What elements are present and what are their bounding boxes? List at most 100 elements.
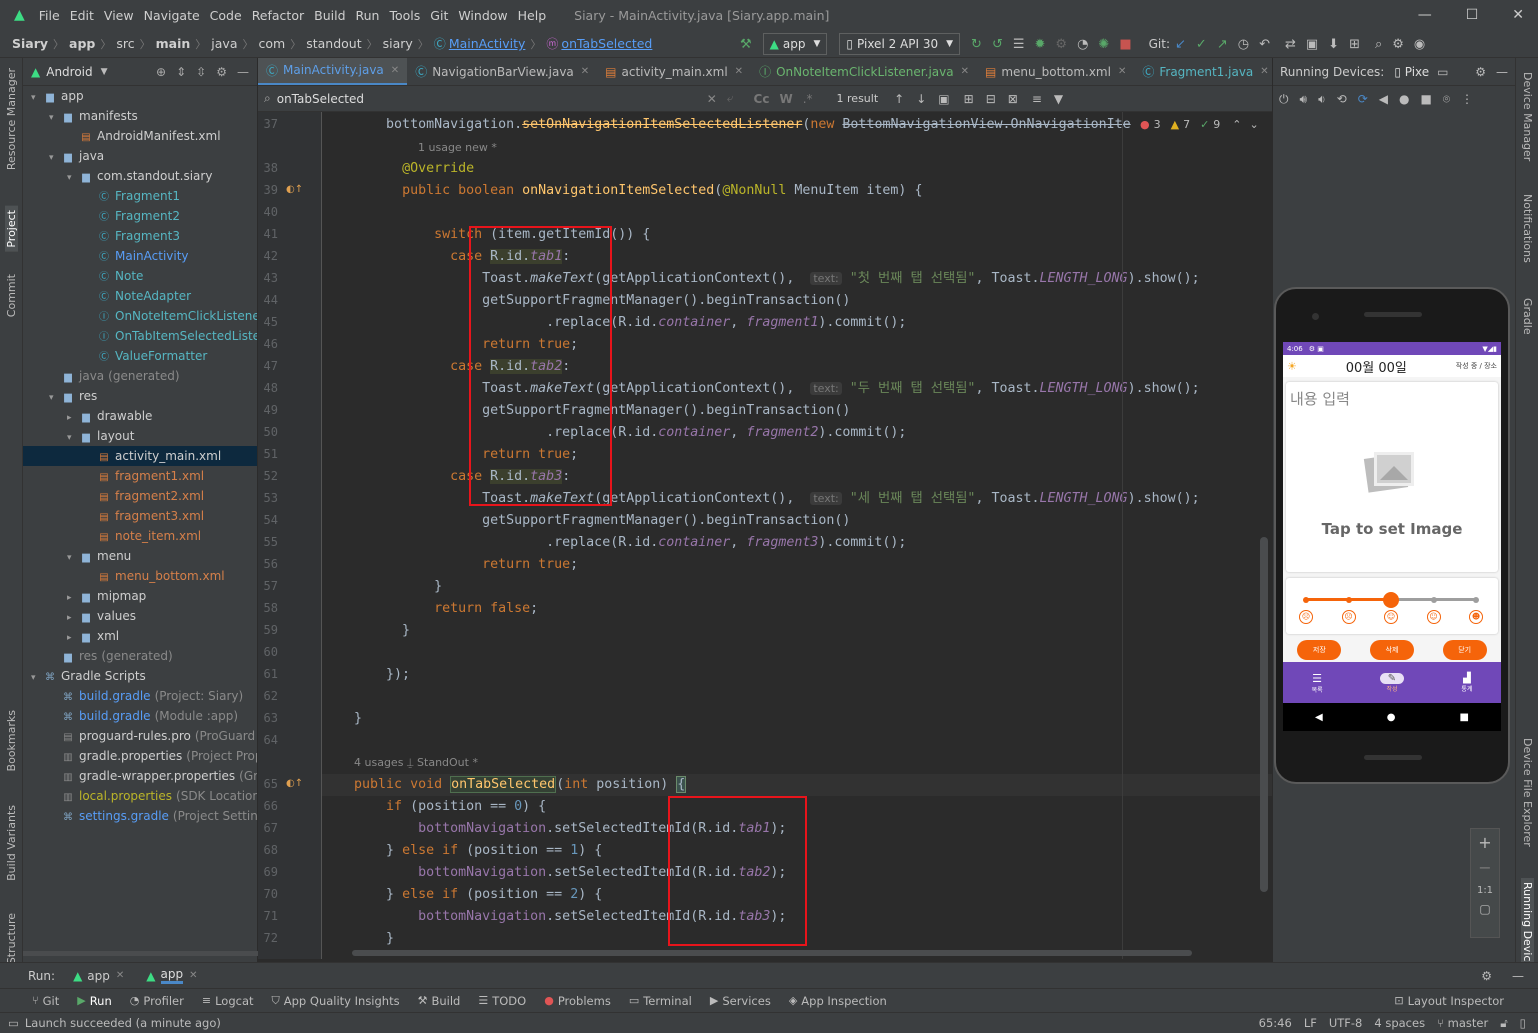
chevron-down-icon[interactable]: ▾ [31,88,43,106]
close-icon[interactable]: ✕ [961,66,969,77]
filter-icon[interactable]: ▼ [1054,92,1063,106]
search-input[interactable]: onTabSelected [277,92,707,106]
layout-inspector-tool-button[interactable]: ⊡ Layout Inspector [1394,994,1504,1008]
device-manager-tab[interactable]: Device Manager [1521,72,1534,161]
device-file-explorer-tab[interactable]: Device File Explorer [1521,738,1534,847]
chevron-up-icon[interactable]: ⌃ [1232,118,1241,131]
chevron-right-icon[interactable]: ▸ [67,628,79,646]
tree-item[interactable]: ▾ ▆ res [23,386,257,406]
line-number[interactable]: 67 [258,821,278,835]
zoom-in-icon[interactable]: + [1471,833,1499,852]
chevron-right-icon[interactable]: ▸ [67,608,79,626]
chevron-down-icon[interactable]: ▾ [67,168,79,186]
tree-item[interactable]: Ⓒ Fragment1 [23,186,257,206]
date-label[interactable]: 00월 00일 [1346,357,1407,376]
tab-mainactivity[interactable]: Ⓒ MainActivity.java ✕ [258,58,408,85]
select-all-occurrences-icon[interactable]: ▣ [938,92,949,106]
line-number[interactable]: 66 [258,799,278,813]
mood-slider-step[interactable] [1430,596,1437,603]
line-number[interactable]: 46 [258,337,278,351]
mood-face-icon[interactable]: ☺ [1426,610,1441,624]
chevron-down-icon[interactable]: ▾ [67,548,79,566]
nav-list[interactable]: ☰ 목록 [1312,672,1323,694]
file-encoding[interactable]: UTF-8 [1329,1016,1363,1030]
line-number[interactable]: 56 [258,557,278,571]
breadcrumb-siary[interactable]: siary [383,36,413,51]
tree-item[interactable]: ▥ gradle-wrapper.properties(Gradl [23,766,257,786]
tree-item[interactable]: Ⓒ Fragment2 [23,206,257,226]
breadcrumb-project[interactable]: Siary [12,36,48,51]
nav-write[interactable]: ✎ 작성 [1379,672,1405,693]
previous-occurrence-icon[interactable]: ↑ [894,92,904,106]
line-number[interactable]: 58 [258,601,278,615]
run-tab-2[interactable]: app [160,967,184,984]
line-separator[interactable]: LF [1304,1016,1317,1030]
close-icon[interactable]: ✕ [189,970,197,981]
filter-options-icon[interactable]: ≡ [1032,92,1042,106]
hide-icon[interactable]: — [1496,65,1508,79]
tree-item[interactable]: ▸ ▆ mipmap [23,586,257,606]
history-icon[interactable]: ◷ [1238,37,1249,52]
close-icon[interactable]: ✕ [116,970,124,981]
line-number[interactable]: 50 [258,425,278,439]
line-number[interactable]: 42 [258,249,278,263]
line-number[interactable]: 40 [258,205,278,219]
chevron-down-icon[interactable]: ▾ [67,428,79,446]
close-icon[interactable]: ✕ [735,66,743,77]
line-number[interactable]: 60 [258,645,278,659]
line-number[interactable]: 51 [258,447,278,461]
stop-icon[interactable]: ■ [1119,37,1131,52]
target-icon[interactable]: ⊕ [156,65,166,79]
breadcrumb-standout[interactable]: standout [306,36,361,51]
terminal-tool-button[interactable]: ▭ Terminal [629,994,692,1008]
chevron-down-icon[interactable]: ▾ [31,668,43,686]
tree-item[interactable]: ▤ fragment1.xml [23,466,257,486]
services-tool-button[interactable]: ▶ Services [710,994,771,1008]
rollback-icon[interactable]: ↶ [1259,37,1270,52]
indent-setting[interactable]: 4 spaces [1374,1016,1425,1030]
git-commit-icon[interactable]: ✓ [1196,37,1207,52]
maximize-icon[interactable]: ☐ [1466,7,1479,23]
tree-item[interactable]: ⌘ settings.gradle(Project Settings) [23,806,257,826]
tab-onnoteitemclicklistener[interactable]: Ⓘ OnNoteItemClickListener.java ✕ [751,58,977,85]
tree-item[interactable]: ▤ activity_main.xml [23,446,257,466]
apply-code-changes-icon[interactable]: ↺ [992,37,1003,52]
line-number[interactable]: 70 [258,887,278,901]
close-icon[interactable]: ✕ [1118,66,1126,77]
structure-tab[interactable]: Structure [5,913,18,964]
tree-item[interactable]: Ⓒ MainActivity [23,246,257,266]
tab-fragment1[interactable]: Ⓒ Fragment1.java ✕ [1134,58,1272,85]
tree-item[interactable]: Ⓘ OnTabItemSelectedListene [23,326,257,346]
gradle-tab[interactable]: Gradle [1521,298,1534,335]
tree-item[interactable]: ▤ note_item.xml [23,526,257,546]
override-marker-icon[interactable]: ◐↑ [286,778,303,789]
device-manager-icon[interactable]: ▣ [1306,37,1318,52]
breadcrumb-method[interactable]: onTabSelected [561,36,652,51]
mood-slider-step[interactable] [1303,596,1309,603]
tree-item[interactable]: ▾ ▆ menu [23,546,257,566]
status-message[interactable]: Launch succeeded (a minute ago) [25,1016,221,1030]
menu-navigate[interactable]: Navigate [144,8,200,23]
menu-edit[interactable]: Edit [70,8,94,23]
line-number[interactable]: 61 [258,667,278,681]
android-back-icon[interactable]: ◀ [1315,712,1323,723]
tree-item[interactable]: ▤ fragment2.xml [23,486,257,506]
zoom-fit-icon[interactable]: ▢ [1471,902,1499,916]
sdk-manager-icon[interactable]: ⬇ [1328,37,1339,52]
back-icon[interactable]: ◀ [1379,92,1388,106]
volume-down-icon[interactable]: 🔉︎ [1318,92,1326,107]
line-number[interactable]: 44 [258,293,278,307]
build-variants-tab[interactable]: Build Variants [5,805,18,881]
gear-icon[interactable]: ⚙ [1475,65,1486,79]
new-line-icon[interactable]: ⤶ [727,91,734,106]
next-occurrence-icon[interactable]: ↓ [916,92,926,106]
list-icon[interactable]: ☰ [1013,37,1025,52]
menu-window[interactable]: Window [458,8,507,23]
tree-item[interactable]: ⌘ build.gradle (Module :app) [23,706,257,726]
camera-icon[interactable]: ⌾ [1443,92,1450,107]
tree-item[interactable]: ▸ ▆ drawable [23,406,257,426]
vertical-scrollbar[interactable] [1260,537,1268,892]
tree-item[interactable]: ▸ ▆ xml [23,626,257,646]
line-number[interactable]: 53 [258,491,278,505]
menu-tools[interactable]: Tools [389,8,420,23]
